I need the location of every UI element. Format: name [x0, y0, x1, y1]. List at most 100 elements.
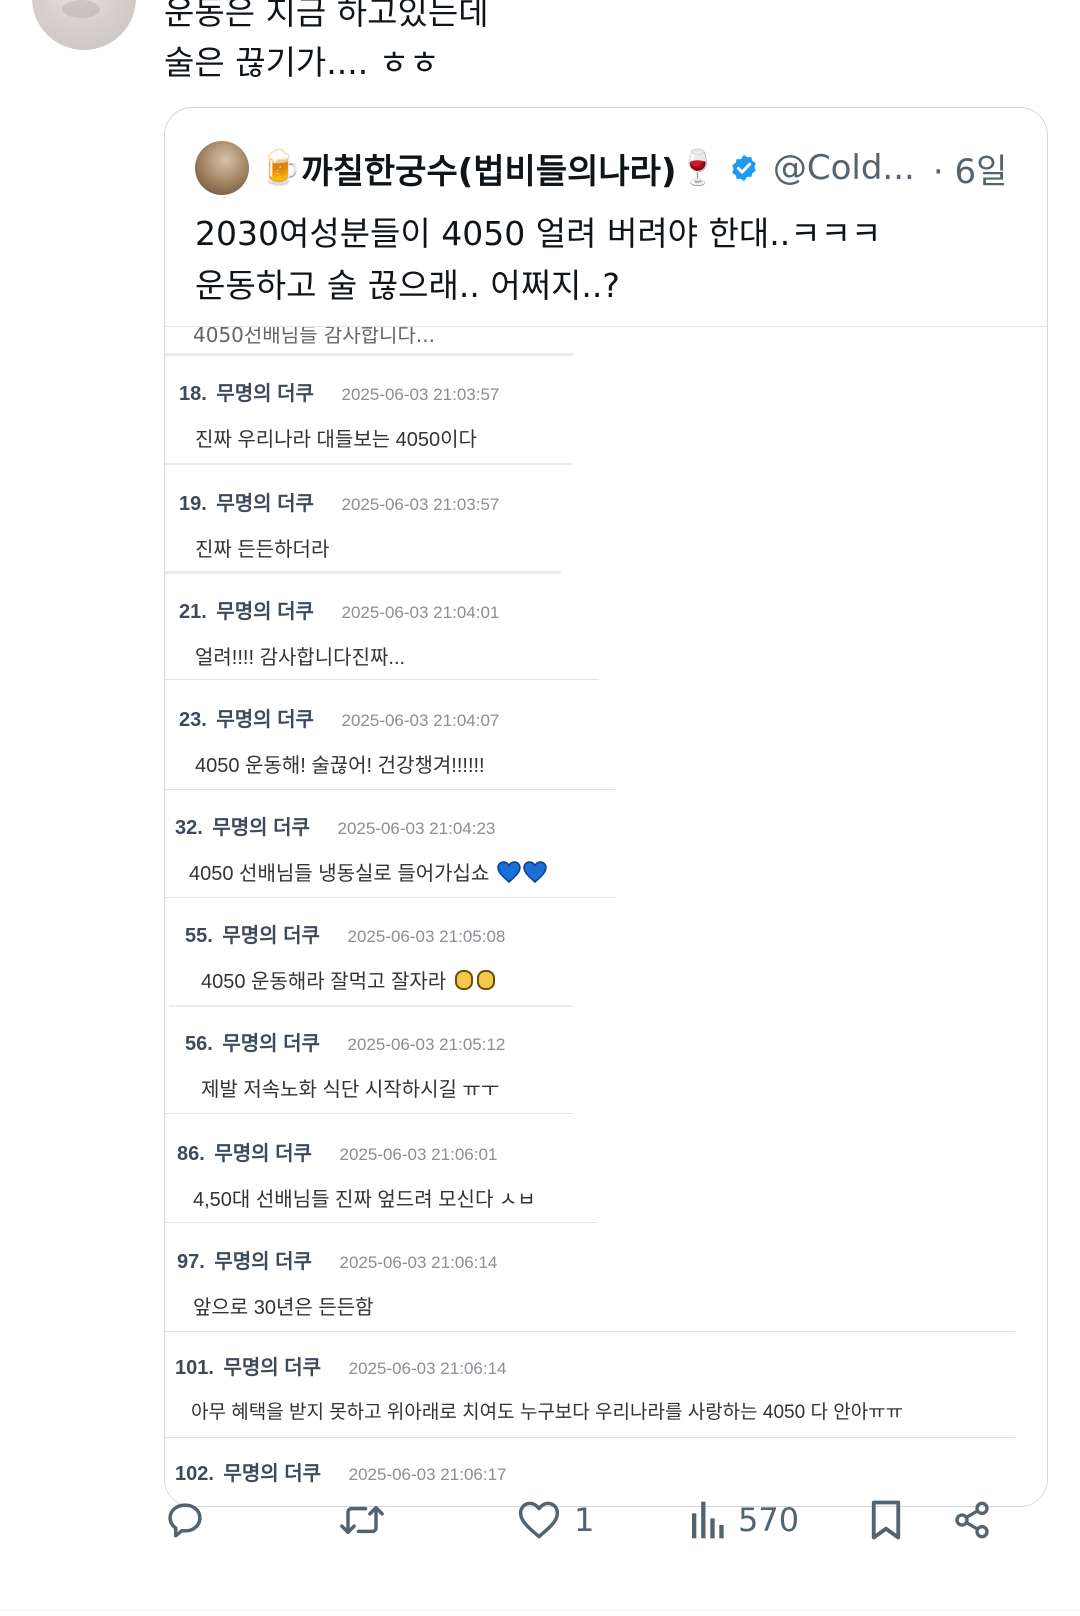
verified-badge-icon	[729, 153, 759, 183]
comment-nickname: 무명의 더쿠	[223, 1357, 322, 1379]
comment-header: 19. 무명의 더쿠 2025-06-03 21:03:57	[179, 487, 499, 516]
comment-divider	[165, 1331, 1015, 1332]
comment-number: 86.	[177, 1143, 205, 1165]
comment-header: 21. 무명의 더쿠 2025-06-03 21:04:01	[179, 595, 499, 624]
quoted-tweet-header: 🍺 까칠한궁수(법비들의나라) 🍷 @Cold... · 6일	[195, 138, 1007, 198]
comment-number: 19.	[179, 493, 207, 515]
quoted-author-avatar[interactable]	[195, 141, 249, 195]
comment-number: 23.	[179, 709, 207, 731]
retweet-icon	[340, 1506, 384, 1534]
comment-date: 2025-06-03 21:03:57	[341, 385, 500, 404]
comment-header: 56. 무명의 더쿠 2025-06-03 21:05:12	[185, 1027, 505, 1056]
reply-text-line2: 술은 끊기가.... ㅎㅎ	[164, 43, 440, 82]
comment-date: 2025-06-03 21:06:14	[348, 1359, 507, 1378]
comment-number: 101.	[175, 1357, 214, 1379]
views-button[interactable]: 570	[690, 1490, 799, 1550]
comment-body-text: 4050 운동해라 잘먹고 잘자라	[201, 971, 447, 993]
comment-body: 4,50대 선배님들 진짜 엎드려 모신다 ㅅㅂ	[193, 1189, 536, 1211]
comment-number: 56.	[185, 1033, 213, 1055]
comment-header: 102. 무명의 더쿠 2025-06-03 21:06:17	[175, 1457, 506, 1486]
quoted-tweet-time[interactable]: · 6일	[933, 144, 1008, 193]
comment-header: 55. 무명의 더쿠 2025-06-03 21:05:08	[185, 919, 505, 948]
comment-number: 102.	[175, 1463, 214, 1485]
comment-nickname: 무명의 더쿠	[222, 1033, 320, 1055]
comment-divider	[165, 1222, 597, 1223]
quoted-tweet-card[interactable]: 🍺 까칠한궁수(법비들의나라) 🍷 @Cold... · 6일 2030여성분들…	[164, 107, 1048, 1507]
comment-date: 2025-06-03 21:05:12	[347, 1035, 506, 1054]
comment-number: 32.	[175, 817, 203, 839]
comment-body-text: 4050 선배님들 냉동실로 들어가십쇼	[189, 863, 490, 885]
quoted-author-name[interactable]: 까칠한궁수(법비들의나라)	[301, 144, 676, 193]
comment-nickname: 무명의 더쿠	[216, 601, 314, 623]
quoted-author-handle[interactable]: @Cold...	[773, 148, 915, 188]
comment-date: 2025-06-03 21:06:17	[348, 1465, 507, 1484]
beer-emoji: 🍺	[259, 148, 302, 188]
like-count: 1	[574, 1501, 595, 1539]
comment-header: 32. 무명의 더쿠 2025-06-03 21:04:23	[175, 811, 495, 840]
comment-body: 앞으로 30년은 든든함	[193, 1297, 374, 1319]
attached-screenshot[interactable]: 4050선배님들 감사합니다... 18. 무명의 더쿠 2025-06-03 …	[165, 326, 1047, 1506]
comment-body: 4050 운동해라 잘먹고 잘자라	[201, 965, 496, 997]
comment-nickname: 무명의 더쿠	[223, 1463, 322, 1485]
comment-header: 18. 무명의 더쿠 2025-06-03 21:03:57	[179, 377, 499, 406]
wine-emoji: 🍷	[676, 148, 719, 188]
share-button[interactable]	[952, 1490, 992, 1550]
comment-nickname: 무명의 더쿠	[214, 1251, 312, 1273]
comment-date: 2025-06-03 21:06:14	[339, 1253, 498, 1272]
comment-number: 55.	[185, 925, 213, 947]
heart-icon	[518, 1501, 560, 1539]
comment-body: 4050 선배님들 냉동실로 들어가십쇼	[189, 857, 547, 889]
fist-icon	[476, 969, 496, 997]
reply-text: 운동은 지금 하고있는데 술은 끊기가.... ㅎㅎ	[164, 0, 489, 88]
comment-divider	[165, 679, 599, 680]
comment-header: 97. 무명의 더쿠 2025-06-03 21:06:14	[177, 1245, 497, 1274]
bar-chart-icon	[692, 1501, 724, 1539]
tweet-reply-page: 운동은 지금 하고있는데 술은 끊기가.... ㅎㅎ 🍺 까칠한궁수(법비들의나…	[0, 0, 1080, 1616]
comment-divider	[165, 1113, 573, 1114]
comment-nickname: 무명의 더쿠	[214, 1143, 312, 1165]
comment-divider	[165, 571, 561, 574]
quoted-tweet-text-line1: 2030여성분들이 4050 얼려 버려야 한대..ㅋㅋㅋ	[195, 214, 882, 253]
reply-author-avatar[interactable]	[32, 0, 136, 50]
comment-body: 진짜 든든하더라	[195, 539, 330, 561]
comment-date: 2025-06-03 21:06:01	[339, 1145, 498, 1164]
comment-nickname: 무명의 더쿠	[216, 383, 314, 405]
comment-body: 진짜 우리나라 대들보는 4050이다	[195, 429, 477, 451]
tweet-action-bar: 1 570	[0, 1490, 1080, 1560]
blue-heart-icon	[497, 861, 521, 889]
comment-divider	[169, 1005, 573, 1007]
comment-date: 2025-06-03 21:05:08	[347, 927, 506, 946]
comment-nickname: 무명의 더쿠	[216, 493, 314, 515]
comment-divider	[165, 789, 615, 790]
comment-date: 2025-06-03 21:04:23	[337, 819, 496, 838]
comment-body: 아무 혜택을 받지 못하고 위아래로 치여도 누구보다 우리나라를 사랑하는 4…	[191, 1402, 904, 1423]
comment-divider	[165, 463, 573, 465]
quoted-tweet-text-line2: 운동하고 술 끊으래.. 어쩌지..?	[195, 266, 620, 305]
bookmark-icon	[871, 1500, 901, 1540]
comment-nickname: 무명의 더쿠	[216, 709, 314, 731]
comment-date: 2025-06-03 21:04:07	[341, 711, 500, 730]
reply-button[interactable]	[164, 1490, 206, 1550]
comment-nickname: 무명의 더쿠	[222, 925, 320, 947]
reply-bubble-icon	[168, 1503, 202, 1538]
comment-date: 2025-06-03 21:03:57	[341, 495, 500, 514]
blue-heart-icon	[523, 861, 547, 889]
share-icon	[955, 1501, 989, 1539]
comment-divider	[165, 1437, 1015, 1438]
retweet-button[interactable]	[338, 1490, 386, 1550]
fist-icon	[454, 969, 474, 997]
comment-header: 86. 무명의 더쿠 2025-06-03 21:06:01	[177, 1137, 497, 1166]
comment-header: 101. 무명의 더쿠 2025-06-03 21:06:14	[175, 1351, 506, 1380]
comment-body: 제발 저속노화 식단 시작하시길 ㅠㅜ	[201, 1079, 500, 1101]
comment-number: 21.	[179, 601, 207, 623]
separator	[0, 1610, 1080, 1611]
comment-body: 얼려!!!! 감사합니다진짜...	[195, 647, 406, 669]
cut-off-comment-text: 4050선배님들 감사합니다...	[193, 326, 435, 347]
comment-nickname: 무명의 더쿠	[212, 817, 310, 839]
quoted-tweet-text: 2030여성분들이 4050 얼려 버려야 한대..ㅋㅋㅋ 운동하고 술 끊으래…	[195, 208, 881, 312]
comment-body: 4050 운동해! 술끊어! 건강챙겨!!!!!!	[195, 755, 485, 777]
comment-header: 23. 무명의 더쿠 2025-06-03 21:04:07	[179, 703, 499, 732]
bookmark-button[interactable]	[868, 1490, 904, 1550]
comment-number: 97.	[177, 1251, 205, 1273]
like-button[interactable]: 1	[518, 1490, 594, 1550]
